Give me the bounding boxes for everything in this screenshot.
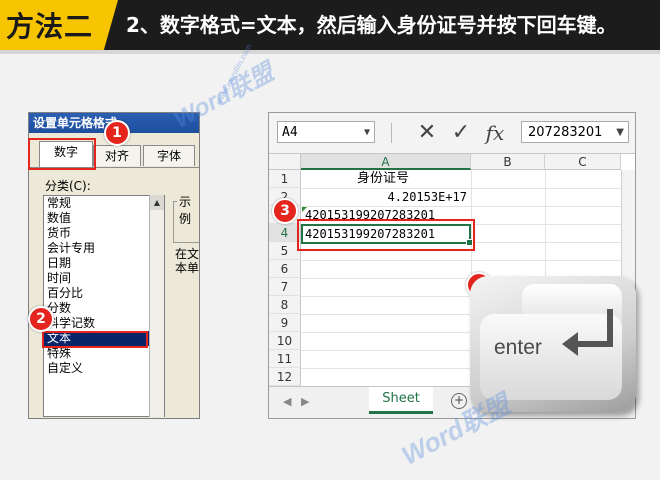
row-header[interactable]: 1 (269, 170, 301, 188)
highlight-text-category (42, 331, 148, 348)
row-header[interactable]: 10 (269, 332, 301, 350)
cell-a2[interactable]: 4.20153E+17 (379, 188, 467, 206)
list-item[interactable]: 货币 (44, 226, 164, 241)
key-label: enter (494, 336, 542, 359)
list-item[interactable]: 分数 (44, 301, 164, 316)
sheet-tab[interactable]: Sheet (369, 387, 433, 414)
list-item[interactable]: 时间 (44, 271, 164, 286)
sheet-prev-icon[interactable]: ◀ (283, 395, 291, 408)
sample-label: 示例 (177, 193, 199, 227)
step-title: 2、数字格式=文本，然后输入身份证号并按下回车键。 (126, 13, 617, 37)
category-scrollbar[interactable]: ▲ (149, 195, 164, 417)
header-banner: 方法二 2、数字格式=文本，然后输入身份证号并按下回车键。 (0, 0, 660, 50)
scroll-up-icon[interactable]: ▲ (150, 195, 164, 210)
formula-value: 207283201 (528, 125, 603, 140)
highlight-number-tab (28, 138, 96, 170)
list-item[interactable]: 常规 (44, 196, 164, 211)
grid-line (301, 260, 631, 261)
tab-font[interactable]: 字体 (143, 145, 195, 166)
list-item[interactable]: 科学记数 (44, 316, 164, 331)
tab-alignment[interactable]: 对齐 (93, 145, 141, 166)
chevron-down-icon[interactable]: ▼ (364, 122, 370, 144)
category-list[interactable]: 常规 数值 货币 会计专用 日期 时间 百分比 分数 科学记数 文本 特殊 自定… (43, 195, 165, 417)
method-tag: 方法二 (0, 0, 118, 50)
list-item[interactable]: 数值 (44, 211, 164, 226)
column-header-b[interactable]: B (471, 154, 545, 170)
highlight-cells (297, 219, 475, 251)
list-item[interactable]: 日期 (44, 256, 164, 271)
row-header[interactable]: 7 (269, 278, 301, 296)
formula-input[interactable]: 207283201 ▼ (521, 121, 629, 143)
cell-a1[interactable]: 身份证号 (357, 170, 409, 188)
step-badge-3: 3 (272, 198, 298, 224)
select-all-corner[interactable] (269, 154, 301, 170)
name-box-value: A4 (282, 125, 298, 140)
row-header[interactable]: 9 (269, 314, 301, 332)
column-header-c[interactable]: C (545, 154, 621, 170)
name-box[interactable]: A4 ▼ (277, 121, 375, 143)
chevron-down-icon[interactable]: ▼ (616, 122, 624, 142)
sheet-next-icon[interactable]: ▶ (301, 395, 309, 408)
column-header-a[interactable]: A (301, 154, 471, 170)
list-item[interactable]: 自定义 (44, 361, 164, 376)
row-header[interactable]: 6 (269, 260, 301, 278)
row-header[interactable]: 8 (269, 296, 301, 314)
list-item[interactable]: 会计专用 (44, 241, 164, 256)
enter-arrow-icon (562, 309, 613, 356)
step-badge-2: 2 (28, 306, 54, 332)
cancel-icon[interactable]: ✕ (413, 119, 441, 147)
row-header[interactable]: 12 (269, 368, 301, 386)
formula-separator (391, 123, 392, 143)
formula-bar: A4 ▼ ✕ ✓ fx 207283201 ▼ (269, 113, 635, 154)
description-line: 在文本单元格格式中，数字作为文本处理。单元格显示的内容与输入的内容完全一致。 (175, 247, 199, 275)
description-text: 在文本单元格格式中，数字作为文本处理。单元格显示的内容与输入的内容完全一致。 (175, 247, 199, 275)
banner-divider (0, 50, 660, 54)
list-item[interactable]: 特殊 (44, 346, 164, 361)
function-icon[interactable]: fx (481, 119, 509, 147)
category-label: 分类(C): (45, 179, 91, 193)
list-item[interactable]: 百分比 (44, 286, 164, 301)
step-badge-1: 1 (104, 120, 130, 146)
row-header[interactable]: 11 (269, 350, 301, 368)
check-icon[interactable]: ✓ (447, 119, 475, 147)
